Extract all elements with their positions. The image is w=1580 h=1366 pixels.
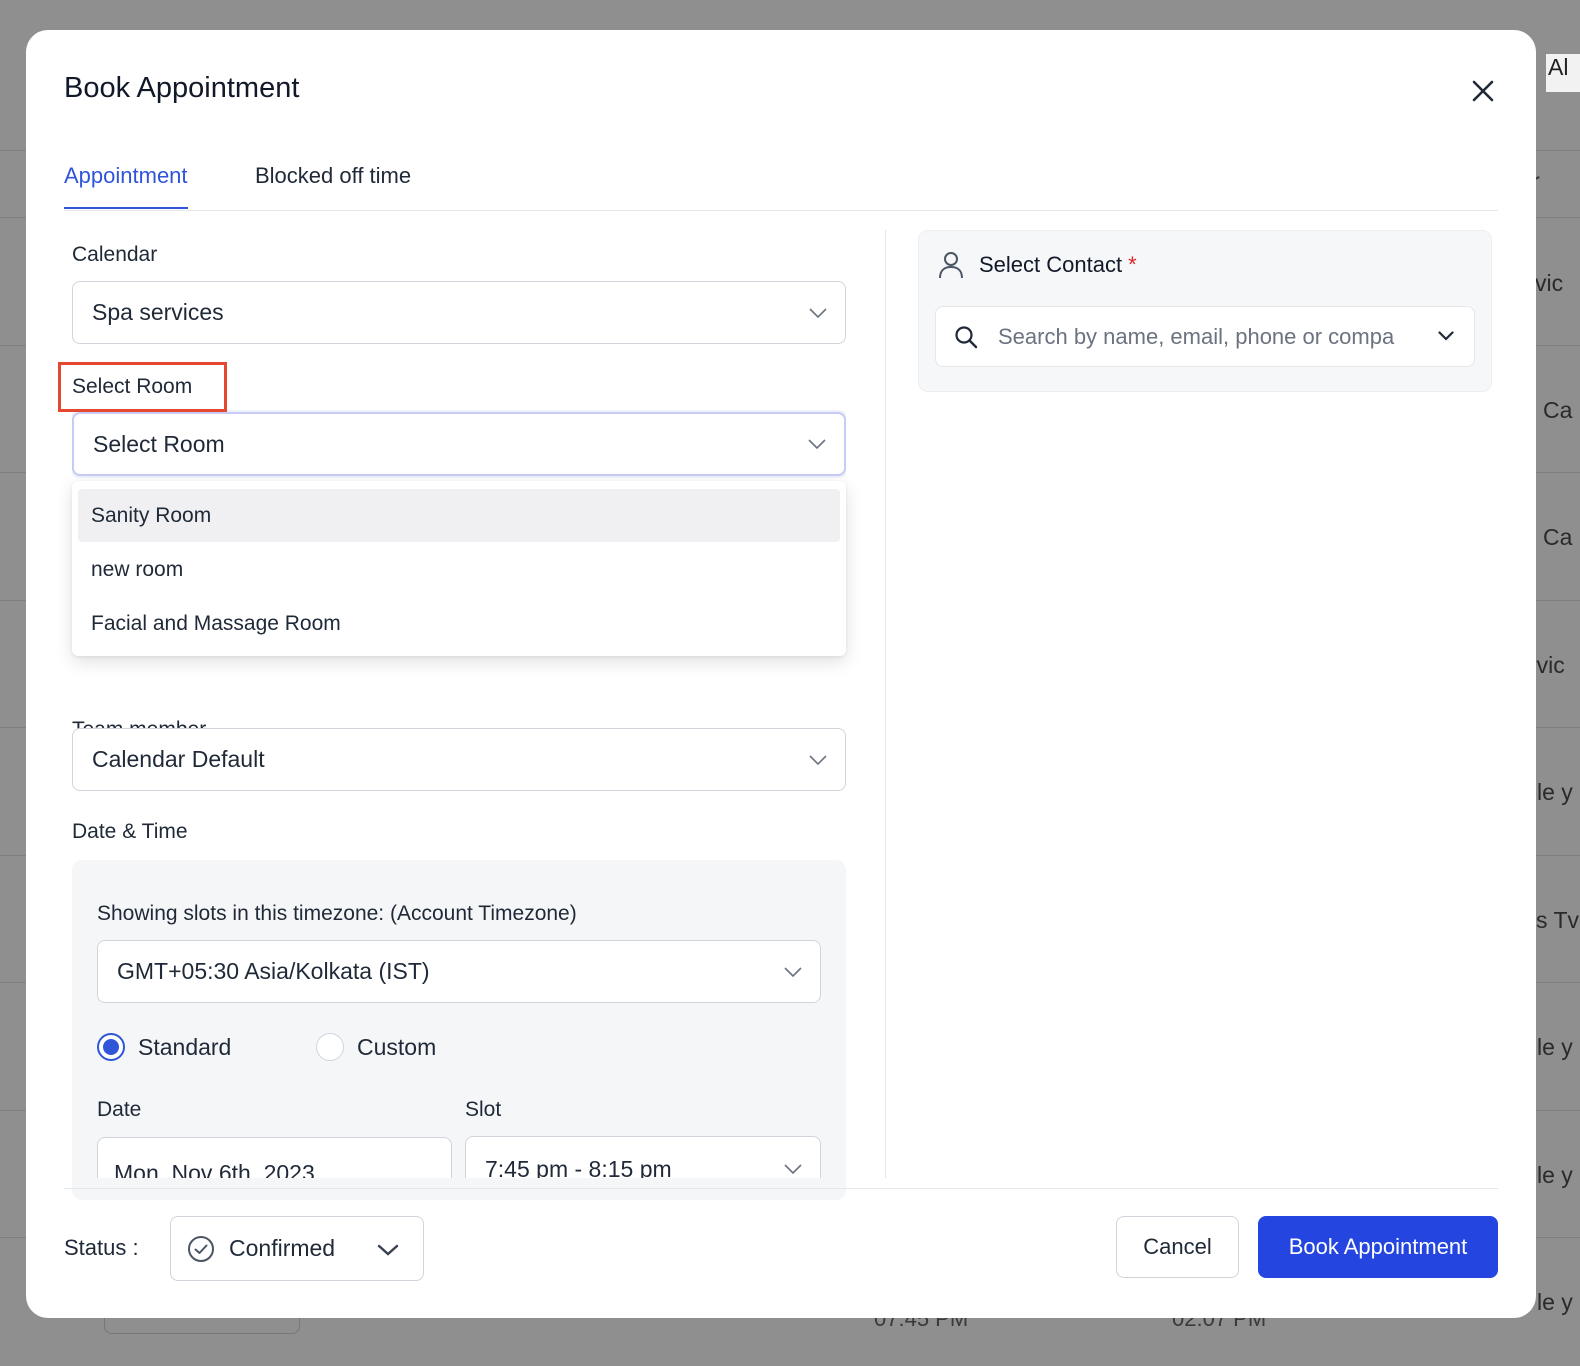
book-appointment-button[interactable]: Book Appointment xyxy=(1258,1216,1498,1278)
chevron-down-icon xyxy=(809,754,827,765)
bg-text-fragment: s Tv xyxy=(1536,907,1580,933)
room-option-sanity-room[interactable]: Sanity Room xyxy=(78,489,840,542)
bg-text-fragment: le y xyxy=(1537,1289,1573,1315)
calendar-label: Calendar xyxy=(72,243,158,266)
radio-button-unchecked[interactable] xyxy=(316,1033,344,1061)
date-slot-row: Mon, Nov 6th, 2023 7:45 pm - 8:15 pm xyxy=(72,1130,846,1178)
status-label: Status : xyxy=(64,1235,139,1260)
bg-text-fragment: Ca xyxy=(1543,397,1573,423)
bg-text-fragment: le y xyxy=(1537,1034,1573,1060)
calendar-select-value: Spa services xyxy=(92,299,224,325)
close-icon xyxy=(1472,80,1494,102)
calendar-select[interactable]: Spa services xyxy=(72,281,846,344)
bg-button-fragment: Al xyxy=(1546,54,1580,92)
radio-standard[interactable]: Standard xyxy=(97,1033,231,1061)
tab-blocked-off-time[interactable]: Blocked off time xyxy=(255,163,411,207)
date-time-label: Date & Time xyxy=(72,820,188,843)
contact-search-box[interactable] xyxy=(935,306,1475,367)
select-contact-label: Select Contact xyxy=(979,252,1123,277)
date-value: Mon, Nov 6th, 2023 xyxy=(114,1160,315,1178)
cancel-button[interactable]: Cancel xyxy=(1116,1216,1239,1278)
check-circle-icon xyxy=(188,1235,214,1262)
timezone-label: Showing slots in this timezone: (Account… xyxy=(97,902,577,925)
team-member-value: Calendar Default xyxy=(92,746,265,772)
modal-tabs: Appointment Blocked off time xyxy=(64,160,1498,211)
search-icon xyxy=(955,326,978,349)
slot-value: 7:45 pm - 8:15 pm xyxy=(485,1156,672,1178)
bg-text-fragment: vic xyxy=(1535,270,1564,296)
status-value: Confirmed xyxy=(229,1235,336,1261)
required-mark: * xyxy=(1128,252,1137,277)
select-contact-title: Select Contact * xyxy=(979,252,1137,278)
tab-appointment[interactable]: Appointment xyxy=(64,163,188,209)
room-option-new-room[interactable]: new room xyxy=(78,543,840,596)
bg-text-fragment: le y xyxy=(1537,1162,1573,1188)
chevron-down-icon xyxy=(784,1164,802,1174)
bg-text-fragment: Ca xyxy=(1543,524,1573,550)
highlight-annotation-box xyxy=(58,362,227,412)
bg-text-fragment: le y xyxy=(1537,779,1573,805)
date-label: Date xyxy=(97,1098,142,1121)
team-member-select[interactable]: Calendar Default xyxy=(72,728,846,791)
radio-custom[interactable]: Custom xyxy=(316,1033,436,1061)
room-select-placeholder: Select Room xyxy=(93,430,225,457)
radio-button-checked[interactable] xyxy=(97,1033,125,1061)
room-dropdown-menu: Sanity Room new room Facial and Massage … xyxy=(72,481,846,656)
chevron-down-icon xyxy=(377,1244,399,1256)
date-input[interactable]: Mon, Nov 6th, 2023 xyxy=(97,1137,452,1178)
slot-label: Slot xyxy=(465,1098,502,1121)
radio-custom-label: Custom xyxy=(357,1033,437,1060)
column-divider xyxy=(885,230,886,1178)
modal-title: Book Appointment xyxy=(64,72,300,104)
timezone-select[interactable]: GMT+05:30 Asia/Kolkata (IST) xyxy=(97,940,821,1003)
chevron-down-icon[interactable] xyxy=(1438,331,1454,341)
chevron-down-icon xyxy=(809,307,827,318)
status-select[interactable]: Confirmed xyxy=(170,1216,424,1281)
footer-divider xyxy=(64,1188,1498,1189)
close-button[interactable] xyxy=(1466,74,1500,108)
chevron-down-icon xyxy=(784,966,802,977)
room-option-facial-and-massage-room[interactable]: Facial and Massage Room xyxy=(78,597,840,650)
contact-search-input[interactable] xyxy=(998,307,1416,366)
timezone-value: GMT+05:30 Asia/Kolkata (IST) xyxy=(117,958,430,984)
radio-standard-label: Standard xyxy=(138,1033,232,1060)
select-contact-card: Select Contact * xyxy=(918,230,1492,392)
room-select[interactable]: Select Room xyxy=(72,412,846,476)
slot-select[interactable]: 7:45 pm - 8:15 pm xyxy=(465,1136,821,1178)
chevron-down-icon xyxy=(808,439,826,449)
book-appointment-modal: Book Appointment Appointment Blocked off… xyxy=(26,30,1536,1318)
user-icon xyxy=(939,252,963,279)
